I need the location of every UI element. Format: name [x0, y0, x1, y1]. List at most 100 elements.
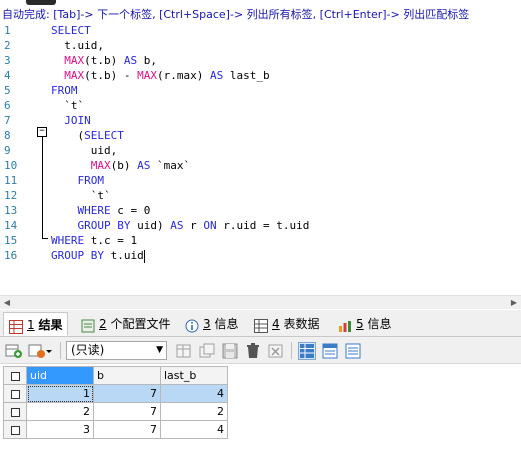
code-line[interactable]: 6 `t` [0, 98, 521, 113]
sql-text: r [183, 219, 204, 232]
code-line[interactable]: 9 uid, [0, 143, 521, 158]
code-line[interactable]: 16 GROUP BY t.uid [0, 248, 521, 263]
result-tabs: 1 结果 2 个配置文件 3 信息 4 表数据 5 信息 [0, 310, 521, 337]
sql-keyword: WHERE [51, 234, 85, 247]
tab-label: 表数据 [283, 317, 320, 331]
query-tab[interactable] [26, 0, 56, 5]
code-text: MAX(t.b) - MAX(r.max) AS last_b [51, 68, 269, 83]
table-cell[interactable]: 3 [26, 420, 94, 439]
code-line[interactable]: 2 t.uid, [0, 38, 521, 53]
sql-text: uid) [130, 219, 171, 232]
line-number: 5 [4, 84, 11, 97]
tab-profiles[interactable]: 2 个配置文件 [81, 312, 170, 336]
tab-number: 5 [356, 317, 364, 331]
tab-info-2[interactable]: 5 信息 [338, 312, 391, 336]
code-line[interactable]: 13 WHERE c = 0 [0, 203, 521, 218]
line-number: 2 [4, 39, 11, 52]
table-cell[interactable]: 1 [26, 384, 94, 403]
table-row[interactable]: 3 7 4 [3, 420, 228, 439]
line-number: 14 [4, 219, 18, 232]
text-view-button[interactable] [344, 342, 362, 360]
code-text: t.uid, [51, 38, 104, 53]
line-number: 9 [4, 144, 11, 157]
tab-number: 2 [99, 317, 107, 331]
sql-text: `t` [51, 189, 111, 202]
toolbar-separator [60, 342, 61, 359]
sql-text: `t` [51, 99, 85, 112]
table-cell[interactable]: 2 [26, 402, 94, 421]
code-line[interactable]: 12 `t` [0, 188, 521, 203]
table-row[interactable]: 2 7 2 [3, 402, 228, 421]
table-cell[interactable]: 4 [160, 384, 228, 403]
autocomplete-hint: 自动完成: [Tab]-> 下一个标签, [Ctrl+Space]-> 列出所有… [2, 8, 470, 21]
code-text: `t` [51, 188, 111, 203]
sql-text: ( [51, 129, 85, 142]
code-line[interactable]: 4 MAX(t.b) - MAX(r.max) AS last_b [0, 68, 521, 83]
code-text: FROM [51, 83, 78, 98]
tab-table-data[interactable]: 4 表数据 [254, 312, 319, 336]
row-checkbox[interactable] [3, 420, 27, 439]
tab-label: 信息 [214, 317, 239, 331]
delete-icon[interactable] [244, 342, 262, 360]
select-all-checkbox[interactable] [3, 366, 27, 385]
tab-info[interactable]: 3 信息 [185, 312, 238, 336]
table-cell[interactable]: 4 [160, 420, 228, 439]
grid-view-button[interactable] [298, 342, 316, 360]
line-number: 4 [4, 69, 11, 82]
column-header-uid[interactable]: uid [26, 366, 94, 385]
table-cell[interactable]: 7 [93, 402, 161, 421]
column-header-last-b[interactable]: last_b [160, 366, 228, 385]
export-dropdown-button[interactable] [28, 342, 54, 360]
add-row-button[interactable] [5, 342, 23, 360]
result-grid-area: uid b last_b 1 7 4 2 7 2 3 7 4 [0, 364, 521, 473]
insert-row-button[interactable] [175, 342, 193, 360]
tab-label: 信息 [367, 317, 392, 331]
sql-function: MAX [64, 69, 85, 82]
code-line[interactable]: 7 JOIN [0, 113, 521, 128]
sql-text: t.c = 1 [84, 234, 138, 247]
result-grid[interactable]: uid b last_b 1 7 4 2 7 2 3 7 4 [3, 366, 228, 439]
sql-keyword: FROM [77, 174, 105, 187]
scroll-right-icon[interactable]: ▶ [509, 298, 519, 308]
code-line[interactable]: 14 GROUP BY uid) AS r ON r.uid = t.uid [0, 218, 521, 233]
chevron-down-icon: ▼ [156, 345, 163, 355]
save-icon[interactable] [221, 342, 239, 360]
mode-select-value: (只读) [71, 343, 105, 357]
code-line[interactable]: 10 MAX(b) AS `max` [0, 158, 521, 173]
line-number: 10 [4, 159, 18, 172]
table-cell[interactable]: 7 [93, 384, 161, 403]
info-chart-icon [338, 317, 352, 332]
code-text: MAX(t.b) AS b, [51, 53, 157, 68]
code-line[interactable]: 3 MAX(t.b) AS b, [0, 53, 521, 68]
code-line[interactable]: 8 (SELECT [0, 128, 521, 143]
refresh-table-icon[interactable] [267, 342, 285, 360]
scroll-left-icon[interactable]: ◀ [2, 298, 12, 308]
code-text: `t` [51, 98, 84, 113]
column-header-b[interactable]: b [93, 366, 161, 385]
line-number: 12 [4, 189, 18, 202]
row-checkbox[interactable] [3, 384, 27, 403]
row-checkbox[interactable] [3, 402, 27, 421]
sql-keyword: FROM [51, 84, 78, 97]
line-number: 8 [4, 129, 11, 142]
table-cell[interactable]: 7 [93, 420, 161, 439]
duplicate-row-button[interactable] [198, 342, 216, 360]
read-only-mode-select[interactable]: (只读) ▼ [66, 341, 167, 360]
sql-keyword: AS [209, 69, 224, 82]
code-line[interactable]: 1 SELECT [0, 23, 521, 38]
form-view-button[interactable] [321, 342, 339, 360]
horizontal-scrollbar[interactable]: ◀ ▶ [0, 295, 521, 309]
code-line[interactable]: 15 WHERE t.c = 1 [0, 233, 521, 248]
table-row[interactable]: 1 7 4 [3, 384, 228, 403]
line-number: 7 [4, 114, 11, 127]
sql-editor[interactable]: − 1 SELECT 2 t.uid, 3 MAX(t.b) AS b, 4 MAX(t… [0, 23, 521, 295]
code-line[interactable]: 5 FROM [0, 83, 521, 98]
code-line[interactable]: 11 FROM [0, 173, 521, 188]
tab-result[interactable]: 1 结果 [3, 312, 69, 336]
table-cell[interactable]: 2 [160, 402, 228, 421]
